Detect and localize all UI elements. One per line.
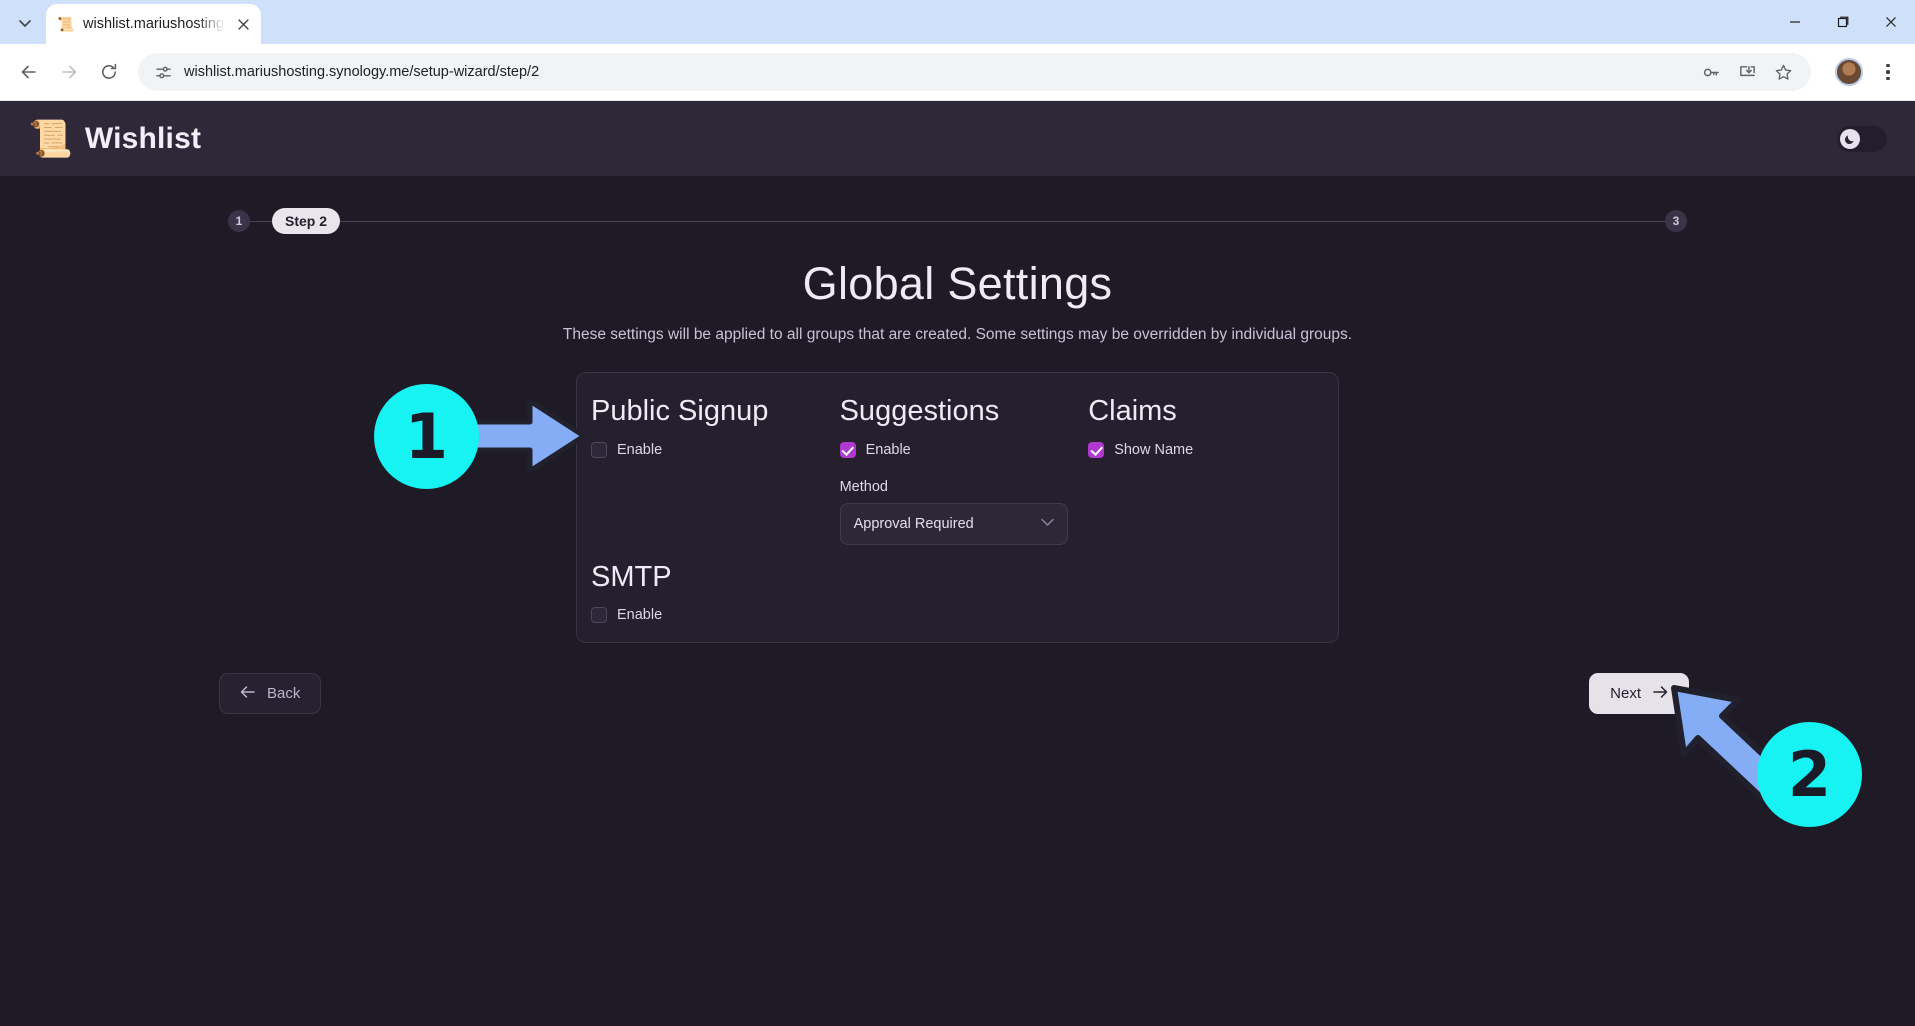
scroll-icon: 📜 xyxy=(28,117,73,159)
step-connector-line xyxy=(248,221,1667,222)
dark-mode-toggle[interactable] xyxy=(1837,125,1887,152)
back-button-label: Back xyxy=(267,685,301,702)
settings-card: Public Signup Enable Suggestions Enable … xyxy=(576,372,1339,643)
star-icon[interactable] xyxy=(1767,56,1799,88)
site-settings-icon[interactable] xyxy=(152,61,174,83)
settings-columns: Public Signup Enable Suggestions Enable … xyxy=(577,395,1338,545)
url-text: wishlist.mariushosting.synology.me/setup… xyxy=(184,64,540,80)
window-controls xyxy=(1771,0,1915,44)
method-label: Method xyxy=(839,479,888,495)
browser-window: 📜 wishlist.mariushosting.synology xyxy=(0,0,1915,1026)
maximize-icon[interactable] xyxy=(1819,0,1867,44)
public-signup-section: Public Signup Enable xyxy=(591,395,840,545)
omnibox-actions xyxy=(1695,56,1805,88)
app-brand[interactable]: 📜 Wishlist xyxy=(28,117,202,159)
moon-icon xyxy=(1840,128,1860,149)
smtp-enable-row[interactable]: Enable xyxy=(591,602,1324,628)
method-select[interactable]: Approval Required xyxy=(839,503,1068,545)
public-signup-enable-checkbox[interactable] xyxy=(591,442,607,458)
arrow-left-icon xyxy=(240,685,256,703)
claims-section: Claims Show Name xyxy=(1088,395,1324,545)
next-button-label: Next xyxy=(1610,685,1641,702)
suggestions-section: Suggestions Enable Method Approval Requi… xyxy=(839,395,1089,545)
public-signup-heading: Public Signup xyxy=(591,395,769,427)
tab-title: wishlist.mariushosting.synology xyxy=(83,16,225,32)
minimize-icon[interactable] xyxy=(1771,0,1819,44)
forward-icon[interactable] xyxy=(50,53,88,91)
smtp-heading: SMTP xyxy=(591,561,672,593)
smtp-section: SMTP Enable xyxy=(577,545,1338,628)
install-app-icon[interactable] xyxy=(1731,56,1763,88)
chevron-down-icon xyxy=(1040,518,1054,530)
claims-show-name-label: Show Name xyxy=(1114,442,1194,458)
tab-strip: 📜 wishlist.mariushosting.synology xyxy=(0,0,1915,44)
public-signup-enable-label: Enable xyxy=(617,442,663,458)
suggestions-enable-checkbox[interactable] xyxy=(839,442,856,458)
close-icon[interactable] xyxy=(233,14,253,34)
browser-tab[interactable]: 📜 wishlist.mariushosting.synology xyxy=(46,4,261,44)
back-icon[interactable] xyxy=(10,53,48,91)
suggestions-heading: Suggestions xyxy=(839,395,1000,427)
claims-show-name-row[interactable]: Show Name xyxy=(1088,437,1324,463)
suggestions-enable-row[interactable]: Enable xyxy=(839,437,1089,463)
key-icon[interactable] xyxy=(1695,56,1727,88)
suggestions-enable-label: Enable xyxy=(865,442,911,458)
wizard-step-2-current[interactable]: Step 2 xyxy=(272,208,341,234)
wizard-step-1[interactable]: 1 xyxy=(228,210,250,232)
wizard-step-3[interactable]: 3 xyxy=(1665,210,1687,232)
next-button[interactable]: Next xyxy=(1589,673,1689,714)
profile-avatar[interactable] xyxy=(1835,58,1863,86)
app-title: Wishlist xyxy=(84,121,202,155)
app-header: 📜 Wishlist xyxy=(0,101,1915,176)
tab-search-icon[interactable] xyxy=(8,6,42,40)
back-button[interactable]: Back xyxy=(219,673,322,714)
page-title: Global Settings xyxy=(802,258,1113,309)
tab-favicon-icon: 📜 xyxy=(57,16,75,32)
wizard-footer: Back Next xyxy=(0,673,1915,733)
public-signup-enable-row[interactable]: Enable xyxy=(591,437,840,463)
address-bar[interactable]: wishlist.mariushosting.synology.me/setup… xyxy=(138,53,1811,91)
wizard-step-indicator: 1 Step 2 3 xyxy=(228,204,1687,238)
claims-show-name-checkbox[interactable] xyxy=(1088,442,1105,458)
method-selected-value: Approval Required xyxy=(853,516,974,532)
page-content: 📜 Wishlist 1 Step 2 3 Global Settings Th… xyxy=(0,101,1915,1026)
browser-menu-icon[interactable] xyxy=(1871,53,1905,91)
smtp-enable-checkbox[interactable] xyxy=(591,607,607,623)
smtp-enable-label: Enable xyxy=(617,607,663,623)
page-subtitle: These settings will be applied to all gr… xyxy=(562,326,1353,343)
reload-icon[interactable] xyxy=(90,53,128,91)
browser-toolbar: wishlist.mariushosting.synology.me/setup… xyxy=(0,44,1915,101)
arrow-right-icon xyxy=(1652,685,1668,703)
claims-heading: Claims xyxy=(1088,395,1177,427)
window-close-icon[interactable] xyxy=(1867,0,1915,44)
